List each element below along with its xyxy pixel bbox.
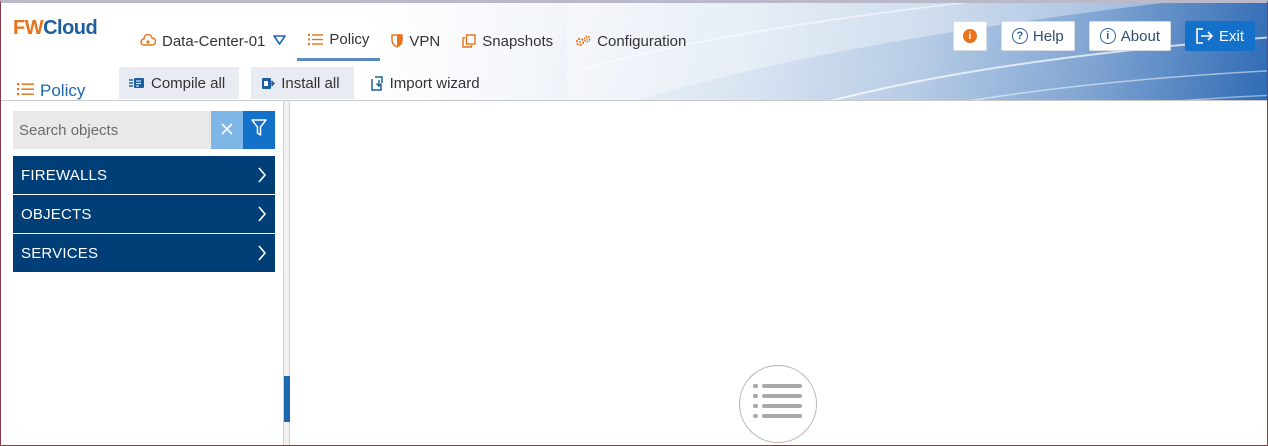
page-title: Policy bbox=[17, 81, 86, 101]
chevron-right-icon bbox=[257, 245, 267, 261]
nav-tab-policy-label: Policy bbox=[329, 31, 370, 48]
nav-tab-configuration[interactable]: Configuration bbox=[564, 21, 697, 61]
nav-tab-vpn-label: VPN bbox=[409, 32, 441, 50]
help-button[interactable]: ? Help bbox=[1000, 21, 1075, 51]
import-wizard-label: Import wizard bbox=[389, 74, 480, 92]
list-icon bbox=[308, 33, 324, 46]
exit-button[interactable]: Exit bbox=[1184, 21, 1255, 51]
object-tree: FIREWALLS OBJECTS SERVICES bbox=[13, 156, 275, 273]
filter-button[interactable] bbox=[243, 111, 275, 149]
filter-icon bbox=[251, 118, 267, 142]
main-content bbox=[291, 101, 1267, 445]
search-input[interactable] bbox=[13, 111, 211, 149]
splitter-handle[interactable] bbox=[284, 376, 290, 422]
header-actions: i ? Help i About Exit bbox=[952, 21, 1255, 51]
app-frame: FWCloud Data-Center-01 Policy VPN Snapsh… bbox=[0, 0, 1268, 446]
nav-tab-snapshots-label: Snapshots bbox=[482, 32, 554, 50]
install-all-button[interactable]: Install all bbox=[251, 67, 354, 99]
logo-cloud-text: Cloud bbox=[43, 17, 98, 39]
nav-tab-policy[interactable]: Policy bbox=[297, 21, 381, 61]
shield-icon bbox=[391, 34, 404, 48]
info-icon: i bbox=[962, 29, 977, 43]
sidebar-resize-splitter[interactable] bbox=[284, 101, 290, 445]
nav-datacenter-selector[interactable]: Data-Center-01 bbox=[129, 21, 297, 61]
tree-item-label: FIREWALLS bbox=[21, 166, 108, 184]
import-icon bbox=[370, 75, 384, 91]
empty-policy-placeholder bbox=[739, 365, 817, 443]
logo-fw-text: FW bbox=[13, 17, 44, 39]
close-icon bbox=[220, 120, 234, 141]
copy-icon bbox=[462, 34, 476, 48]
tree-item-label: OBJECTS bbox=[21, 205, 92, 223]
list-icon bbox=[17, 82, 34, 101]
top-header: FWCloud Data-Center-01 Policy VPN Snapsh… bbox=[1, 3, 1267, 101]
clear-search-button[interactable] bbox=[211, 111, 243, 149]
search-bar bbox=[13, 111, 275, 149]
datacenter-label: Data-Center-01 bbox=[162, 32, 266, 50]
nav-tab-snapshots[interactable]: Snapshots bbox=[451, 21, 564, 61]
sign-out-icon bbox=[1196, 28, 1214, 44]
exit-button-label: Exit bbox=[1218, 27, 1244, 45]
nav-tab-configuration-label: Configuration bbox=[597, 32, 687, 50]
tree-item-label: SERVICES bbox=[21, 244, 99, 262]
compile-icon bbox=[129, 76, 145, 90]
tree-item-services[interactable]: SERVICES bbox=[13, 234, 275, 272]
tree-item-objects[interactable]: OBJECTS bbox=[13, 195, 275, 233]
main-nav: Data-Center-01 Policy VPN Snapshots Conf… bbox=[129, 21, 697, 61]
cloud-cog-icon bbox=[140, 34, 156, 48]
sidebar: FIREWALLS OBJECTS SERVICES bbox=[1, 101, 284, 445]
info-circle-icon: i bbox=[1099, 28, 1116, 44]
import-wizard-button[interactable]: Import wizard bbox=[366, 67, 484, 99]
nav-tab-vpn[interactable]: VPN bbox=[380, 21, 451, 61]
compile-all-button[interactable]: Compile all bbox=[119, 67, 240, 99]
about-button[interactable]: i About bbox=[1088, 21, 1171, 51]
policy-toolbar: Compile all Install all Import wizard bbox=[119, 67, 484, 99]
about-button-label: About bbox=[1120, 27, 1160, 45]
install-all-label: Install all bbox=[281, 74, 340, 92]
list-icon bbox=[753, 382, 803, 427]
chevron-right-icon bbox=[257, 206, 267, 222]
caret-down-icon bbox=[273, 34, 287, 48]
notifications-button[interactable]: i bbox=[952, 21, 987, 51]
chevron-right-icon bbox=[257, 167, 267, 183]
tree-item-firewalls[interactable]: FIREWALLS bbox=[13, 156, 275, 194]
fwcloud-logo[interactable]: FWCloud bbox=[13, 17, 98, 40]
help-button-label: Help bbox=[1032, 27, 1064, 45]
page-title-text: Policy bbox=[40, 81, 86, 100]
install-icon bbox=[261, 76, 276, 90]
cogs-icon bbox=[575, 35, 591, 47]
question-circle-icon: ? bbox=[1011, 28, 1028, 44]
compile-all-label: Compile all bbox=[151, 74, 226, 92]
